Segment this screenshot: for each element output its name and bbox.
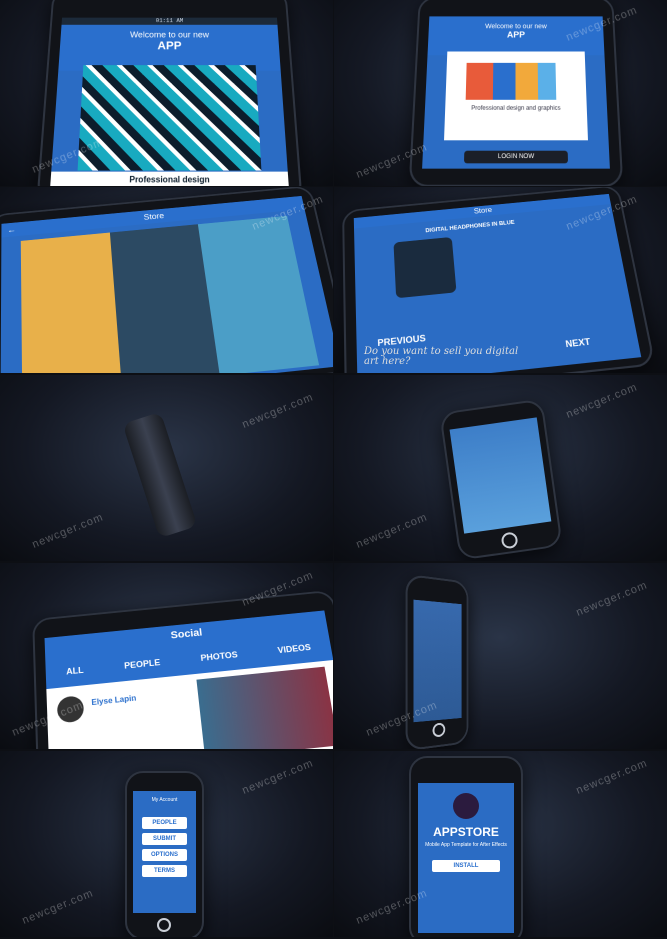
- status-bar: 01:11 AM: [61, 17, 278, 25]
- brand-subtitle: Mobile App Template for After Effects: [425, 842, 507, 848]
- tile-store-grid: ← Store newcger.com: [0, 187, 333, 373]
- watermark: newcger.com: [30, 511, 106, 551]
- account-header: My Account: [151, 797, 178, 803]
- tile-welcome-app: 01:11 AM Welcome to our new APP Professi…: [0, 0, 333, 186]
- tile-product: Store DIGITAL HEADPHONES IN BLUE PREVIOU…: [334, 187, 667, 373]
- tile-social: Social ALL PEOPLE PHOTOS VIDEOS Elyse La…: [0, 563, 333, 749]
- tab-videos[interactable]: VIDEOS: [277, 642, 312, 655]
- video-preview-grid: 01:11 AM Welcome to our new APP Professi…: [0, 0, 667, 939]
- home-button[interactable]: [157, 918, 171, 932]
- welcome-text: Welcome to our new: [129, 30, 210, 40]
- tile-phone-front: newcger.com newcger.com: [334, 375, 667, 561]
- tab-all[interactable]: ALL: [66, 665, 84, 676]
- phone-screen: APPSTORE Mobile App Template for After E…: [418, 783, 514, 933]
- welcome-header: Welcome to our new APP: [58, 24, 281, 71]
- phone-screen: Welcome to our new APP Professional desi…: [422, 16, 610, 169]
- phone: Social ALL PEOPLE PHOTOS VIDEOS Elyse La…: [32, 589, 333, 749]
- tile-account: My Account PEOPLE SUBMIT OPTIONS TERMS n…: [0, 751, 333, 937]
- phone-screen: ← Store: [0, 195, 333, 373]
- home-button[interactable]: [500, 531, 519, 550]
- back-arrow-icon[interactable]: ←: [7, 223, 16, 237]
- tile-phone-side: newcger.com newcger.com: [0, 375, 333, 561]
- submit-button[interactable]: SUBMIT: [142, 833, 187, 845]
- phone-screen: 01:11 AM Welcome to our new APP Professi…: [49, 17, 290, 186]
- next-button[interactable]: NEXT: [565, 336, 591, 349]
- app-title: APP: [157, 39, 182, 53]
- home-button[interactable]: [432, 722, 446, 738]
- watermark: newcger.com: [574, 757, 650, 797]
- caption: Professional design: [50, 171, 289, 186]
- phone-screen: [449, 417, 552, 534]
- watermark: newcger.com: [20, 887, 96, 927]
- store-title: Store: [143, 211, 165, 222]
- watermark: newcger.com: [564, 381, 640, 421]
- illustration-card: Professional design and graphics: [444, 51, 588, 141]
- city-illustration: [77, 65, 262, 171]
- buildings-illustration: [465, 62, 557, 100]
- phone: [405, 573, 469, 749]
- artwork-grid: [20, 215, 320, 373]
- tab-photos[interactable]: PHOTOS: [200, 650, 238, 663]
- tagline: Do you want to sell you digital art here…: [364, 346, 519, 367]
- user-name: Elyse Lapin: [91, 693, 137, 708]
- phone: [439, 398, 563, 561]
- phone-screen: Social ALL PEOPLE PHOTOS VIDEOS Elyse La…: [44, 610, 333, 749]
- install-button[interactable]: INSTALL: [432, 860, 500, 872]
- watermark: newcger.com: [240, 757, 316, 797]
- watermark: newcger.com: [240, 391, 316, 431]
- login-now-button[interactable]: LOGIN NOW: [463, 150, 569, 164]
- tile-login: Welcome to our new APP Professional desi…: [334, 0, 667, 186]
- people-button[interactable]: PEOPLE: [142, 817, 187, 829]
- tile-phone-tilted: newcger.com newcger.com: [334, 563, 667, 749]
- headphones-image: [393, 236, 457, 299]
- photos-strip: [196, 666, 333, 749]
- watermark: newcger.com: [354, 511, 430, 551]
- options-button[interactable]: OPTIONS: [142, 849, 187, 861]
- tile-appstore: APPSTORE Mobile App Template for After E…: [334, 751, 667, 937]
- phone: My Account PEOPLE SUBMIT OPTIONS TERMS: [125, 771, 204, 937]
- phone-side-view: [122, 411, 198, 539]
- tab-people[interactable]: PEOPLE: [124, 657, 161, 670]
- watermark: newcger.com: [574, 579, 650, 619]
- terms-button[interactable]: TERMS: [142, 865, 187, 877]
- caption: Professional design and graphics: [471, 105, 561, 112]
- appstore-logo-icon: [453, 793, 479, 819]
- phone: APPSTORE Mobile App Template for After E…: [409, 756, 523, 937]
- brand-title: APPSTORE: [433, 825, 499, 839]
- phone-screen: My Account PEOPLE SUBMIT OPTIONS TERMS: [133, 791, 196, 913]
